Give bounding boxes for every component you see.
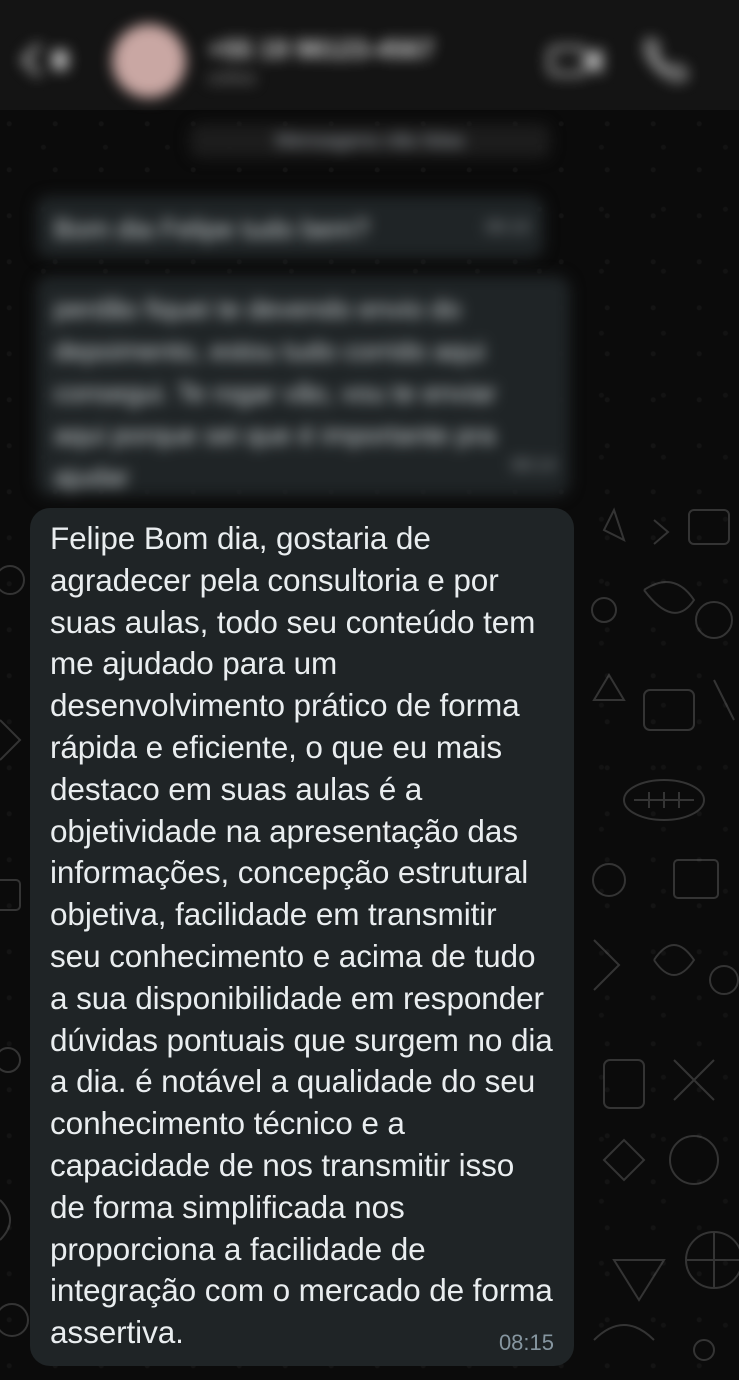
chat-header: +55 19 98123-4567 online (0, 0, 739, 110)
doodle-pattern-icon (591, 507, 739, 1361)
previous-message-time: 08:14 (510, 455, 556, 475)
message-timestamp: 08:15 (498, 1330, 554, 1355)
contact-name[interactable]: +55 19 98123-4567 (208, 34, 434, 65)
contact-status: online (208, 68, 257, 88)
unread-messages-banner: Mensagens não lidas (190, 124, 550, 158)
previous-message: perdão fiquei te devendo envio do depoim… (36, 276, 570, 496)
message-text: Felipe Bom dia, gostaria de agradecer pe… (50, 520, 553, 1351)
previous-message-text: Bom dia Felipe tudo bem? (54, 214, 370, 244)
avatar[interactable] (112, 24, 186, 98)
back-arrow-icon[interactable] (14, 40, 74, 80)
video-call-icon[interactable] (546, 40, 606, 80)
phone-icon[interactable] (640, 34, 690, 84)
previous-message-time: 08:10 (484, 217, 530, 237)
previous-message-text: perdão fiquei te devendo envio do depoim… (54, 294, 497, 492)
previous-message: Bom dia Felipe tudo bem? 08:10 (36, 196, 544, 258)
message-bubble[interactable]: Felipe Bom dia, gostaria de agradecer pe… (30, 508, 574, 1366)
